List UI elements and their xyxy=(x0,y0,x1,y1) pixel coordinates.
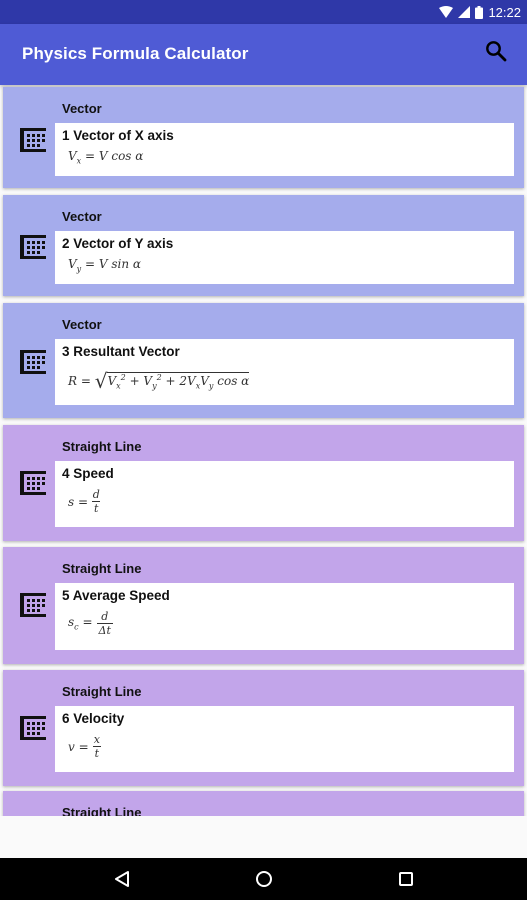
formula-box[interactable]: 3 Resultant Vector R = √Vx2 + Vy2 + 2VxV… xyxy=(55,339,514,405)
back-triangle-icon xyxy=(115,871,129,887)
clock-time: 12:22 xyxy=(488,4,521,20)
calculator-icon xyxy=(20,235,46,259)
card-category: Straight Line xyxy=(62,805,142,816)
formula-title: 1 Vector of X axis xyxy=(62,128,174,143)
calculator-icon xyxy=(20,350,46,374)
card-category: Vector xyxy=(62,317,102,332)
calculator-icon xyxy=(20,716,46,740)
formula-title: 3 Resultant Vector xyxy=(62,344,180,359)
formula-box[interactable]: 6 Velocity v = xt xyxy=(55,706,514,772)
card-category: Straight Line xyxy=(62,684,142,699)
formula-card[interactable]: Straight Line xyxy=(3,791,524,816)
home-button[interactable] xyxy=(252,867,276,891)
formula-box[interactable]: 5 Average Speed sc = d Δt xyxy=(55,583,514,650)
calculator-icon xyxy=(20,128,46,152)
formula-title: 2 Vector of Y axis xyxy=(62,236,174,251)
recents-square-icon xyxy=(399,872,413,886)
card-category: Straight Line xyxy=(62,561,142,576)
formula-card[interactable]: Vector 3 Resultant Vector R = √Vx2 + Vy2… xyxy=(3,303,524,418)
formula-title: 5 Average Speed xyxy=(62,588,170,603)
formula-card[interactable]: Vector 2 Vector of Y axis Vy = V sin α xyxy=(3,195,524,296)
card-category: Straight Line xyxy=(62,439,142,454)
status-icons: 12:22 xyxy=(439,2,521,22)
home-circle-icon xyxy=(256,871,272,887)
formula-expression: R = √Vx2 + Vy2 + 2VxVy cos α xyxy=(68,369,250,393)
formula-box[interactable]: 2 Vector of Y axis Vy = V sin α xyxy=(55,231,514,284)
formula-title: 6 Velocity xyxy=(62,711,125,726)
formula-card[interactable]: Straight Line 5 Average Speed sc = d Δt xyxy=(3,547,524,664)
app-title: Physics Formula Calculator xyxy=(22,44,249,63)
calculator-icon xyxy=(20,593,46,617)
formula-box[interactable]: 1 Vector of X axis Vx = V cos α xyxy=(55,123,514,176)
app-bar: Physics Formula Calculator xyxy=(0,24,527,85)
navigation-bar xyxy=(0,858,527,900)
status-bar: 12:22 xyxy=(0,0,527,24)
calculator-icon xyxy=(20,471,46,495)
formula-expression: Vx = V cos α xyxy=(68,149,144,166)
formula-card[interactable]: Vector 1 Vector of X axis Vx = V cos α xyxy=(3,87,524,188)
formula-title: 4 Speed xyxy=(62,466,114,481)
formula-expression: Vy = V sin α xyxy=(68,257,142,274)
back-button[interactable] xyxy=(110,867,134,891)
wifi-icon xyxy=(439,6,454,18)
recents-button[interactable] xyxy=(394,867,418,891)
card-category: Vector xyxy=(62,209,102,224)
formula-expression: v = xt xyxy=(68,733,102,760)
search-icon xyxy=(485,40,507,67)
formula-card[interactable]: Straight Line 4 Speed s = dt xyxy=(3,425,524,541)
search-button[interactable] xyxy=(481,38,511,68)
battery-icon xyxy=(475,5,484,19)
card-category: Vector xyxy=(62,101,102,116)
signal-icon xyxy=(458,6,471,18)
formula-expression: sc = d Δt xyxy=(68,610,113,637)
formula-list[interactable]: Vector 1 Vector of X axis Vx = V cos α V… xyxy=(0,85,527,816)
formula-card[interactable]: Straight Line 6 Velocity v = xt xyxy=(3,670,524,786)
formula-box[interactable]: 4 Speed s = dt xyxy=(55,461,514,527)
formula-expression: s = dt xyxy=(68,488,101,515)
